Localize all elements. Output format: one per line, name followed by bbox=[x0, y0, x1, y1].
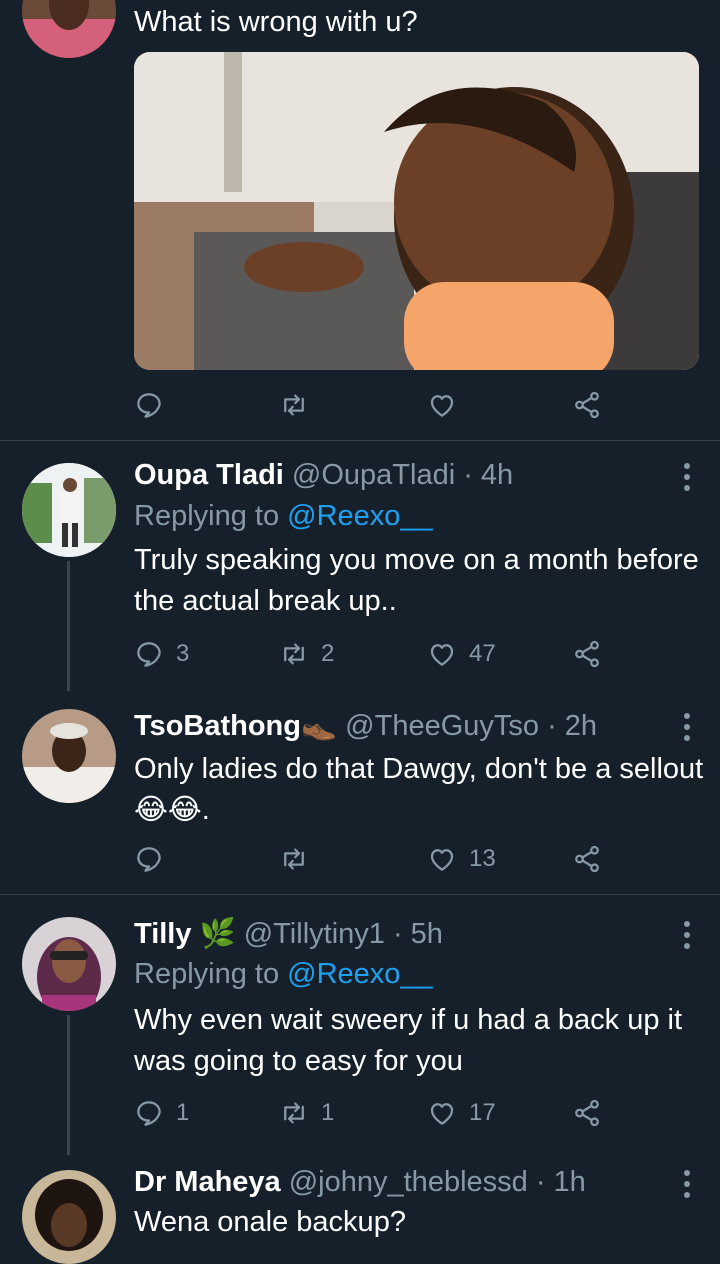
name-emoji: 👞 bbox=[301, 710, 338, 742]
share-button[interactable] bbox=[572, 385, 602, 425]
share-icon bbox=[572, 1098, 602, 1128]
retweet-icon bbox=[279, 639, 309, 669]
tweet-text: Only ladies do that Dawgy, don't be a se… bbox=[134, 753, 704, 826]
more-icon bbox=[684, 713, 692, 741]
like-button[interactable] bbox=[427, 385, 457, 425]
tweet-header: Oupa Tladi @OupaTladi · 4h bbox=[134, 459, 513, 492]
username[interactable]: @Tillytiny1 bbox=[244, 918, 385, 950]
tweet-header: TsoBathong👞 @TheeGuyTso · 2h bbox=[134, 709, 597, 743]
mention-link[interactable]: @Reexo__ bbox=[287, 958, 433, 990]
thread-line bbox=[67, 1015, 70, 1155]
share-icon bbox=[572, 844, 602, 874]
tweet-text: What is wrong with u? bbox=[134, 6, 418, 38]
timestamp[interactable]: · 4h bbox=[463, 459, 513, 491]
tweet-header: Tilly 🌿 @Tillytiny1 · 5h bbox=[134, 917, 443, 951]
retweet-count: 2 bbox=[321, 640, 335, 667]
username[interactable]: @johny_theblessd bbox=[289, 1166, 528, 1198]
tweet-actions: 13 bbox=[134, 839, 614, 879]
share-icon bbox=[572, 390, 602, 420]
display-name[interactable]: Tilly bbox=[134, 918, 192, 950]
reply-tweet[interactable]: Tilly 🌿 @Tillytiny1 · 5h Replying to @Re… bbox=[0, 895, 720, 1155]
avatar[interactable] bbox=[22, 709, 116, 803]
username[interactable]: @TheeGuyTso bbox=[345, 710, 539, 742]
top-tweet[interactable]: What is wrong with u? bbox=[0, 0, 720, 440]
retweet-icon bbox=[279, 390, 309, 420]
share-icon bbox=[572, 639, 602, 669]
share-button[interactable] bbox=[572, 1093, 602, 1133]
reply-count: 3 bbox=[176, 640, 190, 667]
reply-icon bbox=[134, 1098, 164, 1128]
retweet-count: 1 bbox=[321, 1099, 335, 1126]
retweet-icon bbox=[279, 844, 309, 874]
more-options-button[interactable] bbox=[684, 1170, 692, 1200]
like-button[interactable]: 13 bbox=[427, 839, 496, 879]
like-button[interactable]: 47 bbox=[427, 634, 496, 674]
reply-icon bbox=[134, 639, 164, 669]
reply-button[interactable] bbox=[134, 385, 164, 425]
retweet-button[interactable] bbox=[279, 385, 309, 425]
avatar[interactable] bbox=[22, 1170, 116, 1264]
replying-to-label: Replying to bbox=[134, 500, 288, 532]
mention-link[interactable]: @Reexo__ bbox=[287, 500, 433, 532]
more-icon bbox=[684, 1170, 692, 1198]
like-count: 17 bbox=[469, 1099, 496, 1126]
like-icon bbox=[427, 390, 457, 420]
display-name[interactable]: TsoBathong bbox=[134, 710, 301, 742]
reply-button[interactable]: 1 bbox=[134, 1093, 189, 1133]
avatar[interactable] bbox=[22, 0, 116, 58]
reply-button[interactable]: 3 bbox=[134, 634, 189, 674]
share-button[interactable] bbox=[572, 634, 602, 674]
reply-count: 1 bbox=[176, 1099, 190, 1126]
retweet-icon bbox=[279, 1098, 309, 1128]
reply-button[interactable] bbox=[134, 839, 164, 879]
tweet-text: Wena onale backup? bbox=[134, 1206, 406, 1238]
more-icon bbox=[684, 921, 692, 949]
replying-to: Replying to @Reexo__ bbox=[134, 958, 433, 991]
retweet-button[interactable]: 2 bbox=[279, 634, 334, 674]
timestamp[interactable]: · 1h bbox=[536, 1166, 586, 1198]
timestamp[interactable]: · 5h bbox=[393, 918, 443, 950]
reply-tweet[interactable]: TsoBathong👞 @TheeGuyTso · 2h Only ladies… bbox=[0, 691, 720, 894]
display-name[interactable]: Oupa Tladi bbox=[134, 459, 284, 491]
retweet-button[interactable]: 1 bbox=[279, 1093, 334, 1133]
more-options-button[interactable] bbox=[684, 921, 692, 951]
tweet-text: Truly speaking you move on a month befor… bbox=[134, 544, 699, 617]
more-options-button[interactable] bbox=[684, 463, 692, 493]
like-count: 47 bbox=[469, 640, 496, 667]
reply-icon bbox=[134, 844, 164, 874]
display-name[interactable]: Dr Maheya bbox=[134, 1166, 281, 1198]
name-emoji: 🌿 bbox=[199, 918, 236, 950]
avatar[interactable] bbox=[22, 463, 116, 557]
like-count: 13 bbox=[469, 845, 496, 872]
avatar[interactable] bbox=[22, 917, 116, 1011]
reply-tweet[interactable]: Oupa Tladi @OupaTladi · 4h Replying to @… bbox=[0, 441, 720, 691]
more-icon bbox=[684, 463, 692, 491]
tweet-text: Why even wait sweery if u had a back up … bbox=[134, 1004, 683, 1077]
replying-to: Replying to @Reexo__ bbox=[134, 500, 433, 533]
like-icon bbox=[427, 844, 457, 874]
timestamp[interactable]: · 2h bbox=[547, 710, 597, 742]
more-options-button[interactable] bbox=[684, 713, 692, 743]
tweet-header: Dr Maheya @johny_theblessd · 1h bbox=[134, 1166, 586, 1199]
like-icon bbox=[427, 1098, 457, 1128]
replying-to-label: Replying to bbox=[134, 958, 288, 990]
tweet-actions: 3 2 47 bbox=[134, 634, 614, 674]
share-button[interactable] bbox=[572, 839, 602, 879]
like-icon bbox=[427, 639, 457, 669]
tweet-photo[interactable] bbox=[134, 52, 699, 370]
reply-icon bbox=[134, 390, 164, 420]
thread-line bbox=[67, 561, 70, 691]
retweet-button[interactable] bbox=[279, 839, 309, 879]
like-button[interactable]: 17 bbox=[427, 1093, 496, 1133]
username[interactable]: @OupaTladi bbox=[292, 459, 455, 491]
reply-tweet[interactable]: Dr Maheya @johny_theblessd · 1h Wena ona… bbox=[0, 1155, 720, 1264]
tweet-actions bbox=[134, 385, 614, 425]
tweet-actions: 1 1 17 bbox=[134, 1093, 614, 1133]
